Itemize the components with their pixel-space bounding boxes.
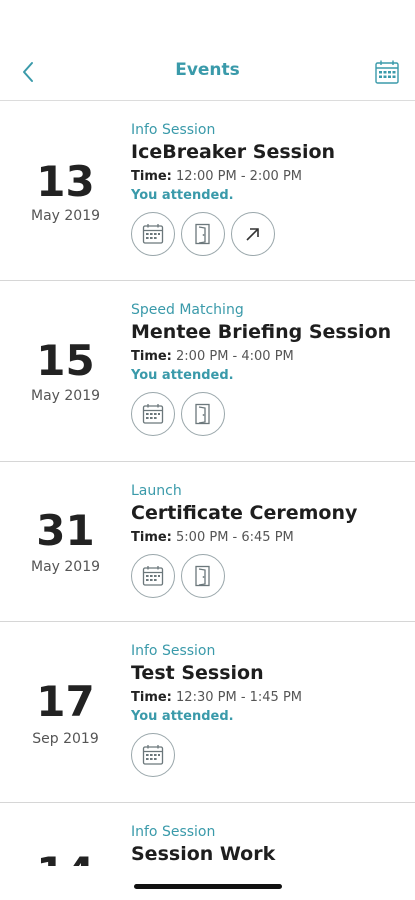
event-card[interactable]: 17 Sep 2019 Info Session Test Session Ti… [0,622,415,803]
event-time: Time: 5:00 PM - 6:45 PM [131,531,407,544]
event-category: Info Session [131,824,216,840]
home-indicator[interactable] [134,884,282,889]
attendance-status: You attended. [131,708,234,724]
add-to-calendar-button[interactable] [131,211,175,256]
event-name: Test Session [131,662,264,684]
time-label: Time: [131,348,172,364]
venue-button[interactable] [181,391,225,436]
time-value: 12:00 PM - 2:00 PM [176,168,303,184]
door-icon [195,223,210,245]
bottom-safe-area [0,866,415,900]
event-category: Speed Matching [131,302,244,318]
venue-button[interactable] [181,553,225,598]
event-category: Info Session [131,643,216,659]
event-time: Time: 2:00 PM - 4:00 PM [131,350,407,363]
add-to-calendar-button[interactable] [131,553,175,598]
time-value: 12:30 PM - 1:45 PM [176,689,303,705]
time-value: 2:00 PM - 4:00 PM [176,348,294,364]
event-date: 15 May 2019 [0,281,131,461]
time-value: 5:00 PM - 6:45 PM [176,529,294,545]
event-card[interactable]: 13 May 2019 Info Session IceBreaker Sess… [0,101,415,281]
venue-button[interactable] [181,211,225,256]
attendance-status: You attended. [131,187,234,203]
event-name: IceBreaker Session [131,141,336,163]
events-list[interactable]: 13 May 2019 Info Session IceBreaker Sess… [0,101,415,900]
event-day: 31 [36,506,95,555]
add-to-calendar-button[interactable] [131,732,175,777]
open-link-button[interactable] [231,211,275,256]
event-time: Time: 12:30 PM - 1:45 PM [131,691,407,704]
door-icon [195,565,210,587]
calendar-icon [375,60,399,84]
event-card[interactable]: 31 May 2019 Launch Certificate Ceremony … [0,462,415,622]
event-time: Time: 12:00 PM - 2:00 PM [131,170,407,183]
event-month-year: May 2019 [30,208,101,224]
event-name: Mentee Briefing Session [131,321,392,343]
page-title: Events [175,60,240,80]
event-month-year: Sep 2019 [32,731,99,747]
top-bar: Events [0,0,415,101]
time-label: Time: [131,689,172,705]
event-day: 13 [36,157,95,206]
calendar-button[interactable] [373,58,401,86]
event-month-year: May 2019 [30,559,101,575]
event-date: 31 May 2019 [0,462,131,621]
event-date: 17 Sep 2019 [0,622,131,802]
time-label: Time: [131,168,172,184]
door-icon [195,403,210,425]
arrow-up-right-icon [246,228,259,241]
event-date: 13 May 2019 [0,101,131,280]
event-day: 15 [36,336,95,385]
time-label: Time: [131,529,172,545]
event-name: Session Work [131,843,276,865]
event-month-year: May 2019 [30,388,101,404]
calendar-icon [142,223,164,244]
event-name: Certificate Ceremony [131,502,358,524]
calendar-icon [142,403,164,424]
attendance-status: You attended. [131,367,234,383]
event-category: Info Session [131,122,216,138]
calendar-icon [142,565,164,586]
add-to-calendar-button[interactable] [131,391,175,436]
calendar-icon [142,744,164,765]
event-category: Launch [131,483,182,499]
event-day: 17 [36,677,95,726]
event-card[interactable]: 15 May 2019 Speed Matching Mentee Briefi… [0,281,415,462]
